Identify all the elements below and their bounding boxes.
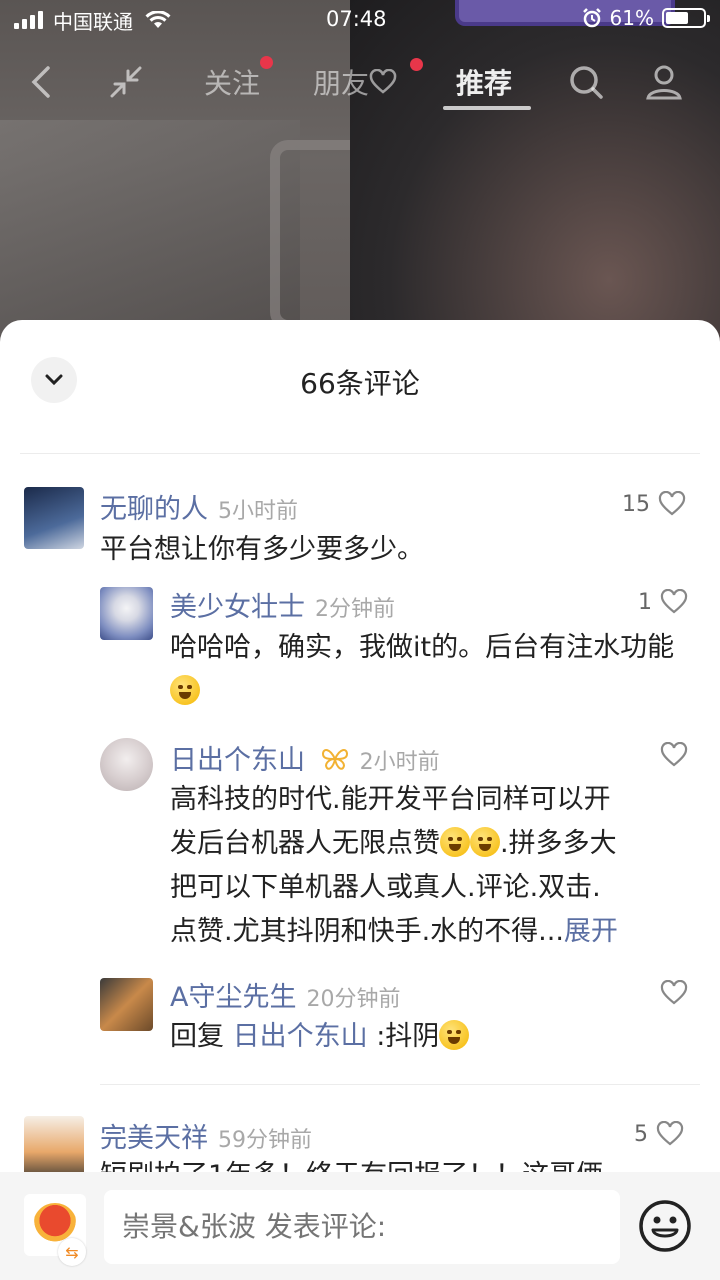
crying-laughing-emoji-icon [440, 827, 470, 857]
comment-text-body: 哈哈哈，确实，我做it的。后台有注水功能 [170, 632, 675, 663]
emoji-picker-icon[interactable] [638, 1199, 692, 1253]
top-nav: 关注 朋友 推荐 [0, 48, 720, 118]
minimize-icon[interactable] [106, 62, 146, 102]
comment-text: 短剧拍了1年多！终于有回报了！！这哥俩 [100, 1154, 603, 1172]
tab-recommend[interactable]: 推荐 [456, 62, 512, 102]
avatar[interactable] [100, 978, 153, 1031]
comment-author-name: 完美天祥 [100, 1123, 208, 1154]
comment-input-bar: ⇆ [0, 1172, 720, 1280]
comment-author[interactable]: 日出个东山 2小时前 [170, 738, 440, 777]
tab-friends-label: 朋友 [313, 67, 370, 100]
comment-sheet: 66条评论 无聊的人 5小时前 15 平台想让你有多少要多少。 美少女壮士 2分钟前… [0, 320, 720, 1172]
butterfly-icon [321, 749, 348, 770]
tab-friends[interactable]: 朋友 [313, 62, 397, 102]
comment-author[interactable]: A守尘先生 20分钟前 [170, 975, 400, 1014]
comment-line: 高科技的时代.能开发平台同样可以开 [170, 784, 611, 815]
reply-target-user[interactable]: 日出个东山 [233, 1021, 368, 1052]
comment-line-part: .拼多多大 [500, 828, 617, 859]
comment-input[interactable] [104, 1190, 620, 1264]
comment-time: 2分钟前 [315, 597, 395, 622]
like-count: 15 [622, 491, 650, 517]
comment-text-body: :抖阴 [376, 1021, 440, 1052]
status-bar: 中国联通 07:48 61% [0, 0, 720, 40]
avatar[interactable] [100, 738, 153, 791]
avatar[interactable] [24, 1116, 84, 1172]
divider [100, 1084, 700, 1085]
heart-icon [656, 1121, 684, 1146]
avatar[interactable] [100, 587, 153, 640]
profile-icon[interactable] [644, 62, 684, 102]
carrier-name: 中国联通 [53, 9, 133, 34]
heart-icon [658, 491, 686, 516]
like-count: 5 [634, 1121, 648, 1147]
tab-follow[interactable]: 关注 [204, 62, 260, 102]
like-button[interactable] [660, 980, 688, 1006]
heart-icon [369, 68, 397, 94]
avatar[interactable] [24, 487, 84, 549]
comment-line: 发后台机器人无限点赞 .拼多多大 [170, 822, 700, 866]
wifi-icon [145, 11, 171, 28]
notification-dot [260, 56, 273, 69]
clock: 07:48 [326, 7, 387, 31]
back-icon[interactable] [22, 62, 62, 102]
comment-count-title: 66条评论 [300, 367, 420, 400]
comment-text: 高科技的时代.能开发平台同样可以开 发后台机器人无限点赞 .拼多多大 把可以下单机… [170, 778, 700, 954]
battery-icon [662, 8, 710, 28]
heart-icon [660, 980, 688, 1005]
alarm-icon [582, 8, 601, 28]
comment-time: 20分钟前 [306, 987, 401, 1012]
comment-author[interactable]: 无聊的人 5小时前 [100, 487, 298, 526]
comment-author-name: 无聊的人 [100, 494, 208, 525]
notification-dot [410, 58, 423, 71]
active-tab-indicator [443, 106, 531, 110]
comment-author-name: 美少女壮士 [170, 592, 305, 623]
comment-author[interactable]: 美少女壮士 2分钟前 [170, 585, 395, 624]
comment-line: 把可以下单机器人或真人.评论.双击. [170, 872, 601, 903]
comment-text: 平台想让你有多少要多少。 [100, 534, 424, 565]
search-icon[interactable] [566, 62, 606, 102]
comment-author-name: A守尘先生 [170, 982, 297, 1013]
like-button[interactable]: 15 [622, 491, 686, 517]
expand-link[interactable]: 展开 [564, 916, 618, 947]
laughing-emoji-icon [170, 675, 200, 705]
comment-line-part: 发后台机器人无限点赞 [170, 828, 440, 859]
crying-laughing-emoji-icon [470, 827, 500, 857]
comment-text: 回复 日出个东山 :抖阴 [170, 1015, 470, 1059]
comment-text: 哈哈哈，确实，我做it的。后台有注水功能 [170, 626, 680, 714]
like-button[interactable] [660, 742, 688, 768]
comment-sheet-header: 66条评论 [20, 320, 700, 454]
comment-time: 5小时前 [218, 499, 298, 524]
comment-author-name: 日出个东山 [170, 745, 305, 776]
comment-time: 2小时前 [359, 750, 440, 775]
like-button[interactable]: 1 [638, 589, 688, 615]
battery-fill [666, 12, 688, 24]
signal-icon [14, 11, 43, 29]
like-button[interactable]: 5 [634, 1121, 684, 1147]
reply-prefix: 回复 [170, 1021, 224, 1052]
swap-account-icon[interactable]: ⇆ [58, 1238, 86, 1266]
heart-icon [660, 742, 688, 767]
comment-author[interactable]: 完美天祥 59分钟前 [100, 1116, 312, 1155]
comment-line: 点赞.尤其抖阴和快手.水的不得...展开 [170, 910, 700, 954]
battery-percent: 61% [609, 6, 654, 30]
heart-icon [660, 589, 688, 614]
smiling-emoji-icon [439, 1020, 470, 1050]
comment-line-part: 点赞.尤其抖阴和快手.水的不得... [170, 916, 564, 947]
comment-time: 59分钟前 [218, 1128, 312, 1153]
like-count: 1 [638, 589, 652, 615]
